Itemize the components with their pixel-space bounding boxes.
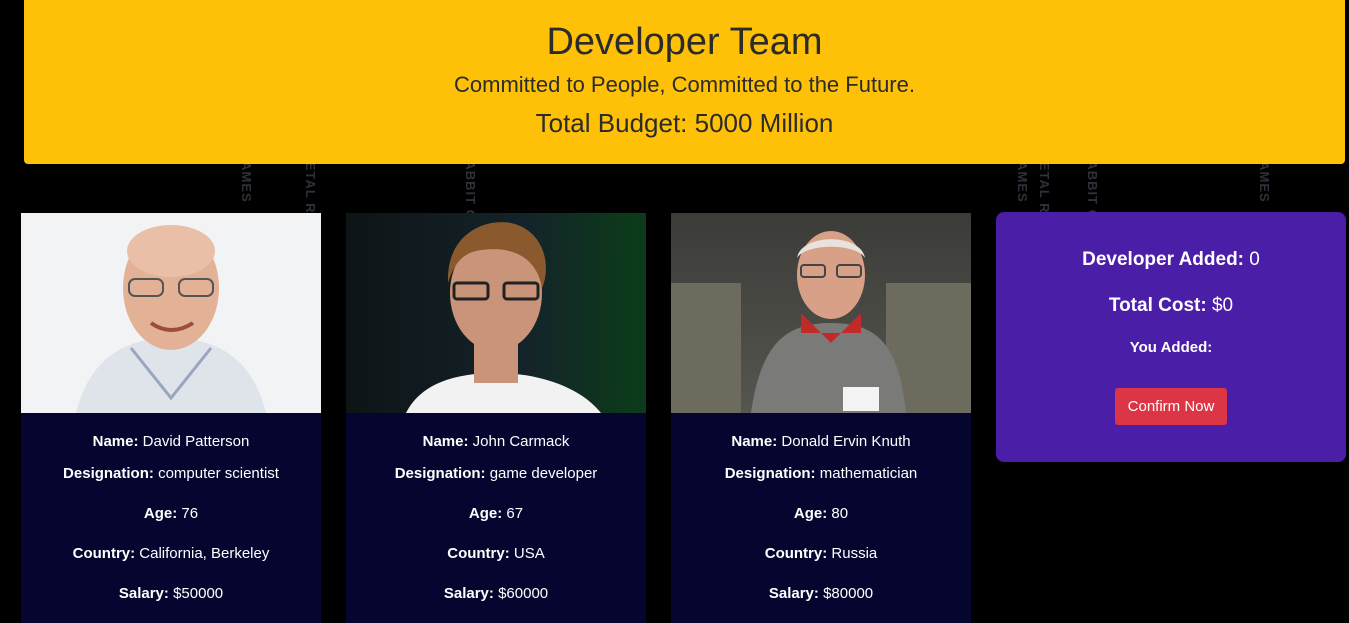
you-added-label: You Added: bbox=[1129, 339, 1213, 356]
age-value: 76 bbox=[181, 505, 199, 522]
header-banner: Developer Team Committed to People, Comm… bbox=[24, 0, 1345, 164]
name-label: Name: bbox=[731, 433, 778, 450]
name-value: David Patterson bbox=[142, 433, 250, 450]
total-cost-label: Total Cost: bbox=[1108, 295, 1207, 316]
country-label: Country: bbox=[447, 545, 510, 562]
developer-designation: Designation: game developer bbox=[346, 463, 646, 503]
name-value: John Carmack bbox=[472, 433, 570, 450]
age-label: Age: bbox=[793, 505, 828, 522]
age-label: Age: bbox=[468, 505, 503, 522]
age-value: 67 bbox=[506, 505, 524, 522]
salary-label: Salary: bbox=[443, 585, 494, 602]
developer-card[interactable]: Name: David Patterson Designation: compu… bbox=[21, 213, 321, 623]
developer-name: Name: John Carmack bbox=[346, 431, 646, 463]
designation-value: computer scientist bbox=[158, 465, 279, 482]
salary-label: Salary: bbox=[768, 585, 819, 602]
designation-value: game developer bbox=[489, 465, 598, 482]
name-value: Donald Ervin Knuth bbox=[781, 433, 911, 450]
designation-label: Designation: bbox=[724, 465, 816, 482]
salary-value: $80000 bbox=[823, 585, 874, 602]
designation-label: Designation: bbox=[63, 465, 154, 482]
age-value: 80 bbox=[831, 505, 849, 522]
name-label: Name: bbox=[92, 433, 139, 450]
developer-name: Name: Donald Ervin Knuth bbox=[671, 431, 971, 463]
page-title: Developer Team bbox=[546, 21, 823, 63]
developer-age: Age: 76 bbox=[21, 503, 321, 543]
developer-age: Age: 80 bbox=[671, 503, 971, 543]
developer-designation: Designation: computer scientist bbox=[21, 463, 321, 503]
developer-country: Country: Russia bbox=[671, 543, 971, 583]
developer-card[interactable]: Name: Donald Ervin Knuth Designation: ma… bbox=[671, 213, 971, 623]
developer-country: Country: California, Berkeley bbox=[21, 543, 321, 583]
salary-value: $50000 bbox=[173, 585, 224, 602]
developer-added: Developer Added: 0 bbox=[996, 248, 1346, 272]
total-cost-value: $0 bbox=[1211, 295, 1234, 316]
developer-photo bbox=[21, 213, 321, 413]
confirm-now-button[interactable]: Confirm Now bbox=[1114, 388, 1228, 425]
developer-name: Name: David Patterson bbox=[21, 431, 321, 463]
country-label: Country: bbox=[764, 545, 828, 562]
total-budget: Total Budget: 5000 Million bbox=[535, 108, 834, 138]
designation-value: mathematician bbox=[819, 465, 918, 482]
cart-summary-panel: Developer Added: 0 Total Cost: $0 You Ad… bbox=[996, 212, 1346, 462]
developer-designation: Designation: mathematician bbox=[671, 463, 971, 503]
name-label: Name: bbox=[422, 433, 469, 450]
developer-age: Age: 67 bbox=[346, 503, 646, 543]
country-value: USA bbox=[513, 545, 545, 562]
developer-salary: Salary: $80000 bbox=[671, 583, 971, 615]
developer-photo bbox=[671, 213, 971, 413]
salary-value: $60000 bbox=[498, 585, 549, 602]
tagline: Committed to People, Committed to the Fu… bbox=[454, 72, 915, 97]
developer-added-label: Developer Added: bbox=[1082, 249, 1245, 270]
developer-country: Country: USA bbox=[346, 543, 646, 583]
developer-salary: Salary: $50000 bbox=[21, 583, 321, 615]
salary-label: Salary: bbox=[118, 585, 169, 602]
designation-label: Designation: bbox=[394, 465, 486, 482]
developer-salary: Salary: $60000 bbox=[346, 583, 646, 615]
age-label: Age: bbox=[143, 505, 178, 522]
developer-photo bbox=[346, 213, 646, 413]
country-value: Russia bbox=[831, 545, 878, 562]
developer-card[interactable]: Name: John Carmack Designation: game dev… bbox=[346, 213, 646, 623]
country-value: California, Berkeley bbox=[139, 545, 270, 562]
developer-added-value: 0 bbox=[1249, 249, 1260, 270]
total-cost: Total Cost: $0 bbox=[996, 294, 1346, 318]
country-label: Country: bbox=[72, 545, 136, 562]
